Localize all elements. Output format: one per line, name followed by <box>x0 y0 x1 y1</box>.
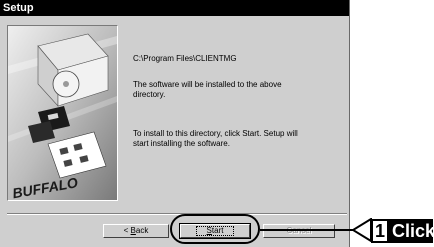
callout-step-number: 1 <box>371 219 389 243</box>
callout-highlight-ring <box>170 214 260 244</box>
back-button[interactable]: < Back <box>103 224 169 238</box>
install-description: The software will be installed to the ab… <box>133 80 282 99</box>
callout-label: Click <box>392 221 434 241</box>
title-bar: Setup <box>0 0 349 16</box>
cancel-button[interactable]: Cancel <box>263 224 335 238</box>
install-instruction: To install to this directory, click Star… <box>133 129 298 148</box>
setup-dialog: Setup BUFFALO C:\Program Files\CLIENTMG … <box>0 0 350 247</box>
separator <box>7 213 347 215</box>
back-label-rest: ack <box>135 226 149 235</box>
setup-illustration: BUFFALO <box>7 25 118 201</box>
callout-leader-line <box>260 229 355 231</box>
install-path: C:\Program Files\CLIENTMG <box>133 54 237 63</box>
window-title: Setup <box>3 2 34 14</box>
back-prefix: < <box>123 226 131 235</box>
